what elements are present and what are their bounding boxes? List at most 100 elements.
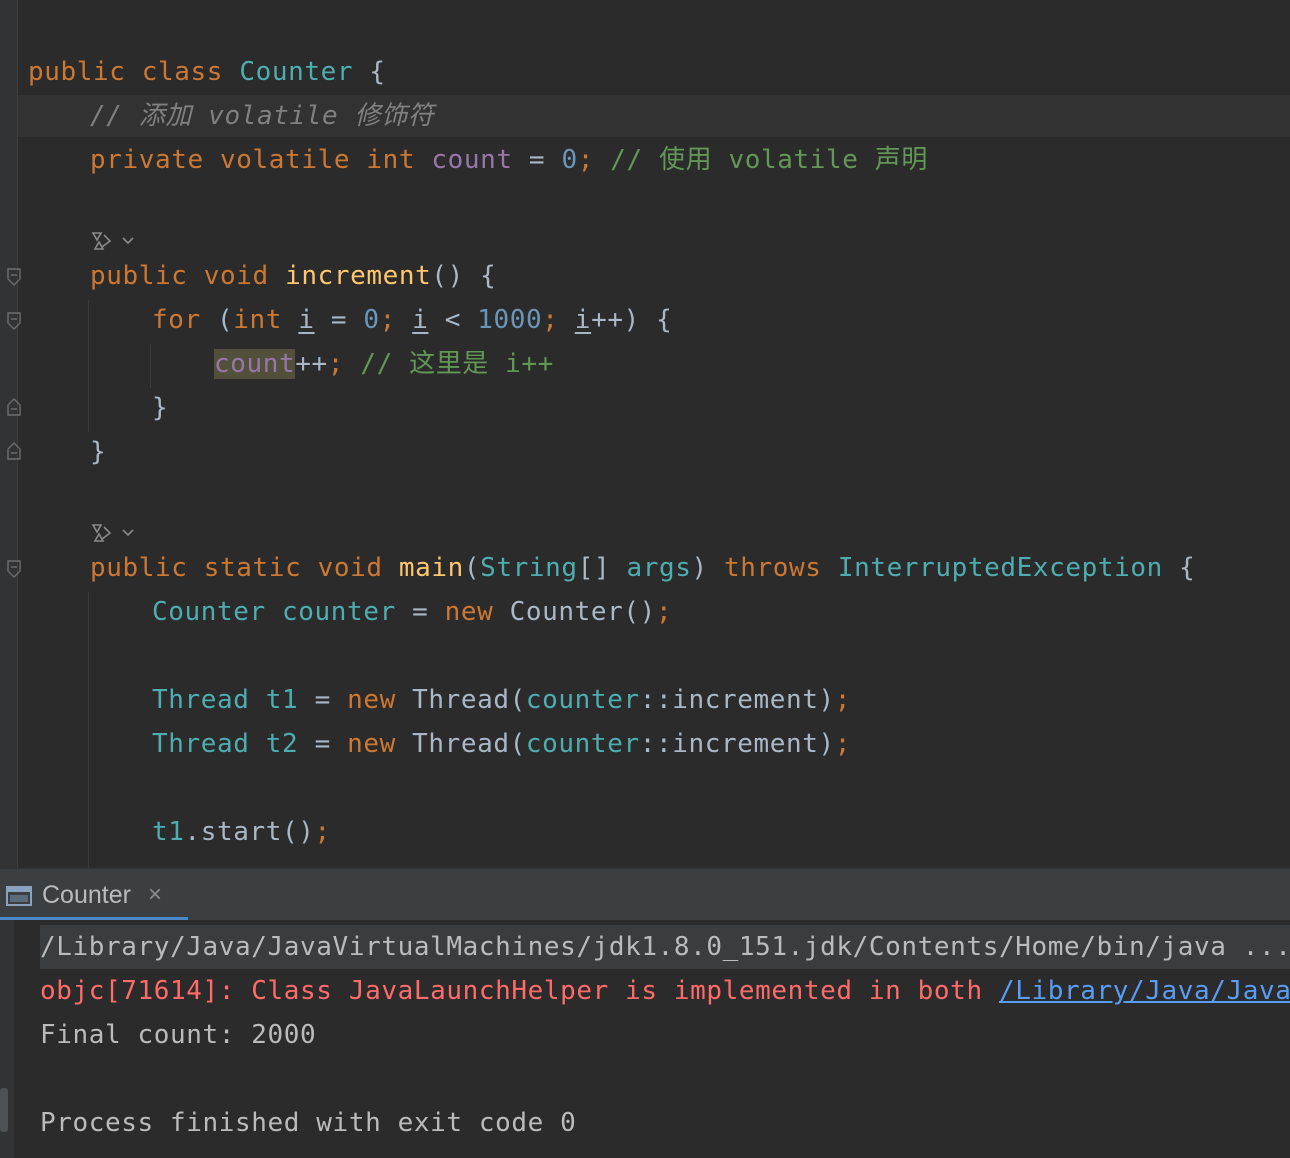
keyword: class [141,57,224,87]
brace: } [152,393,169,423]
punctuation: ++) { [591,305,673,335]
code-line[interactable]: for (int i = 0; i < 1000; i++) { [152,298,672,342]
comment: // 这里是 i++ [360,349,554,379]
number-literal: 1000 [477,305,543,335]
variable-name: t2 [265,729,299,759]
console-error-line: objc[71614]: Class JavaLaunchHelper is i… [40,969,1290,1013]
code-line[interactable]: Thread t1 = new Thread(counter::incremen… [152,678,851,722]
fold-close-icon[interactable] [7,442,21,460]
class-name: InterruptedException [837,553,1163,583]
comment: // [90,101,123,131]
console-icon [6,884,32,910]
operator: = [314,685,331,715]
console-exit-line: Process finished with exit code 0 [40,1108,577,1138]
loop-variable: i [412,305,429,335]
brace: { [369,57,386,87]
keyword: int [233,305,283,335]
operator: :: [639,729,673,759]
code-line[interactable]: } [152,386,168,430]
run-tab-counter[interactable]: Counter × [0,869,188,921]
method-reference: increment) [672,729,835,759]
variable-name: t1 [152,817,185,847]
operator: = [528,145,546,175]
code-line[interactable]: public void increment() { [90,254,496,298]
keyword: volatile [220,145,351,175]
indent-guide [88,300,89,432]
keyword: new [444,597,494,627]
brace: { [1179,553,1196,583]
punctuation: ( [463,553,481,583]
loop-variable: i [298,305,315,335]
console-output[interactable]: /Library/Java/JavaVirtualMachines/jdk1.8… [0,920,1290,1158]
code-line[interactable]: count++; // 这里是 i++ [214,342,554,386]
code-line[interactable]: } [90,430,106,474]
comment: volatile [208,101,339,131]
method-name: main [398,553,464,583]
class-name: Thread [152,729,250,759]
indent-guide [88,592,89,868]
semicolon: ; [655,597,673,627]
code-line[interactable]: // 添加 volatile 修饰符 [90,94,434,138]
method-reference-target: counter [525,685,640,715]
close-icon[interactable]: × [148,881,162,909]
code-editor[interactable]: public class Counter { // 添加 volatile 修饰… [0,0,1290,868]
class-name: Thread [152,685,250,715]
comment: 修饰符 [354,101,435,131]
keyword: for [152,305,201,335]
operator: :: [639,685,673,715]
keyword: new [347,685,396,715]
ai-assistant-hint-icon[interactable] [90,228,138,254]
fold-open-icon[interactable] [7,268,21,286]
constructor-call: Thread( [412,729,526,759]
semicolon: ; [327,349,345,379]
field-name: count [431,145,513,175]
punctuation: [] [577,553,611,583]
method-reference-target: counter [525,729,640,759]
class-name: String [480,553,578,583]
fold-open-icon[interactable] [7,312,21,330]
file-path-link[interactable]: /Library/Java/JavaVir [999,976,1290,1006]
keyword: void [203,261,269,291]
code-line[interactable]: private volatile int count = 0; // 使用 vo… [90,138,928,182]
code-line[interactable]: Thread t2 = new Thread(counter::incremen… [152,722,851,766]
method-name: increment [285,261,432,291]
fold-open-icon[interactable] [7,560,21,578]
field-name-highlighted: count [214,349,296,379]
comment: 添加 [138,101,192,131]
semicolon: ; [834,685,852,715]
class-name: Counter [152,597,266,627]
operator: ++ [295,349,328,379]
fold-close-icon[interactable] [7,398,21,416]
semicolon: ; [577,145,594,175]
run-tool-window-header: Counter × [0,868,1290,921]
method-reference: increment) [672,685,835,715]
operator: = [330,305,348,335]
comment: // 使用 volatile 声明 [610,145,928,175]
code-line[interactable]: public class Counter { [28,50,386,94]
console-scrollbar[interactable] [0,1088,8,1132]
code-line[interactable]: public static void main(String[] args) t… [90,546,1195,590]
semicolon: ; [834,729,852,759]
indent-guide [150,344,151,388]
code-line[interactable]: Counter counter = new Counter(); [152,590,672,634]
variable-name: counter [282,597,396,627]
class-name: Counter [239,57,354,87]
keyword: private [90,145,204,175]
error-text: objc[71614]: Class JavaLaunchHelper is i… [40,976,999,1006]
number-literal: 0 [561,145,578,175]
method-call: .start() [184,817,315,847]
operator: = [412,597,429,627]
operator: = [314,729,331,759]
keyword: static [203,553,302,583]
brace: } [90,437,107,467]
ai-assistant-hint-icon[interactable] [90,520,138,546]
keyword: public [28,57,126,87]
constructor-call: Counter() [509,597,656,627]
editor-gutter[interactable] [0,0,18,868]
semicolon: ; [542,305,559,335]
punctuation: ( [217,305,234,335]
number-literal: 0 [363,305,380,335]
console-command-line[interactable]: /Library/Java/JavaVirtualMachines/jdk1.8… [40,925,1290,969]
code-line[interactable]: t1.start(); [152,810,331,854]
keyword: public [90,553,188,583]
